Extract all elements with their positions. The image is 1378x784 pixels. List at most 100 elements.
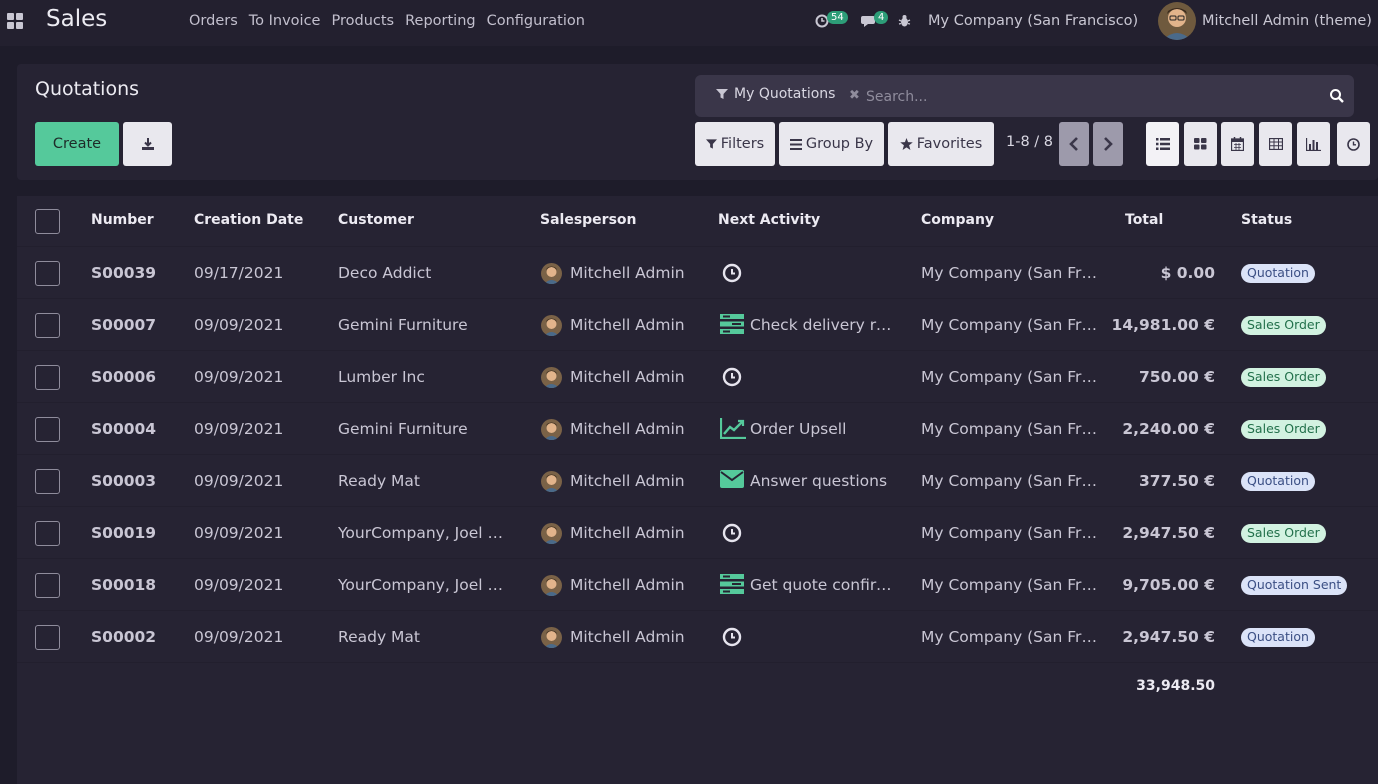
activity-count-badge: 54 [827,11,848,24]
column-total[interactable]: Total [1125,196,1225,248]
download-icon [141,138,154,150]
row-checkbox[interactable] [35,313,60,338]
creation-date: 09/17/2021 [194,264,284,282]
grand-total: 33,948.50 [1136,678,1215,694]
facet-remove-icon[interactable]: ✖ [849,88,860,103]
table-row[interactable]: S00018 09/09/2021 YourCompany, Joel Willis… [17,559,1378,611]
total-amount: 2,947.50 € [1122,524,1215,542]
apps-menu-icon[interactable] [7,13,23,29]
column-company[interactable]: Company [921,196,1101,248]
bar-chart-icon [1306,137,1321,151]
total-amount: 750.00 € [1139,368,1215,386]
next-activity-summary: Get quote confirmation [750,576,898,594]
debug-bug-icon[interactable] [898,14,911,28]
company-name: My Company (San Francisco) [921,264,1101,282]
creation-date: 09/09/2021 [194,368,284,386]
bars-icon [789,138,802,150]
column-number[interactable]: Number [91,196,181,248]
chevron-left-icon [1069,137,1078,151]
status-badge: Quotation [1241,472,1315,491]
company-name: My Company (San Francisco) [921,316,1101,334]
favorites-button[interactable]: Favorites [888,122,994,166]
table-row[interactable]: S00007 09/09/2021 Gemini Furniture Mitchell… [17,299,1378,351]
app-title[interactable]: Sales [46,6,107,32]
column-creation-date[interactable]: Creation Date [194,196,324,248]
row-checkbox[interactable] [35,469,60,494]
table-row[interactable]: S00039 09/17/2021 Deco Addict Mitchell Admi… [17,247,1378,299]
favorites-label: Favorites [916,136,983,152]
view-list-button[interactable] [1146,122,1179,166]
select-all-checkbox[interactable] [35,209,60,234]
view-calendar-button[interactable] [1221,122,1254,166]
filters-button[interactable]: Filters [695,122,775,166]
row-checkbox[interactable] [35,261,60,286]
status-badge: Quotation [1241,628,1315,647]
quotation-number: S00007 [91,316,157,334]
list-icon [1155,138,1170,150]
quotation-number: S00019 [91,524,157,542]
pager-value[interactable]: 1-8 / 8 [1006,134,1053,150]
table-row[interactable]: S00002 09/09/2021 Ready Mat Mitchell Admin M… [17,611,1378,663]
creation-date: 09/09/2021 [194,316,284,334]
row-checkbox[interactable] [35,573,60,598]
view-graph-button[interactable] [1297,122,1330,166]
search-icon[interactable] [1329,88,1345,104]
pager-previous-button[interactable] [1059,122,1089,166]
column-status[interactable]: Status [1241,196,1378,248]
view-kanban-button[interactable] [1184,122,1217,166]
row-checkbox[interactable] [35,417,60,442]
status-badge: Quotation [1241,264,1315,283]
company-name: My Company (San Francisco) [921,524,1101,542]
group-by-button[interactable]: Group By [779,122,884,166]
salesperson-name: Mitchell Admin [570,368,685,386]
menu-orders[interactable]: Orders [189,13,238,29]
user-menu[interactable]: Mitchell Admin (theme) [1202,13,1372,29]
table-row[interactable]: S00004 09/09/2021 Gemini Furniture Mitchell… [17,403,1378,455]
customer-name: YourCompany, Joel Willis [338,524,516,542]
next-activity-summary [718,247,898,299]
next-activity-summary: Order Upsell [750,420,847,438]
search-input[interactable] [866,86,1306,108]
status-cell: Quotation Sent [1241,559,1378,611]
status-badge: Sales Order [1241,420,1326,439]
customer-name: Lumber Inc [338,368,425,386]
table-row[interactable]: S00006 09/09/2021 Lumber Inc Mitchell Admin… [17,351,1378,403]
next-activity-summary [718,507,898,559]
salesperson-name: Mitchell Admin [570,472,685,490]
status-cell: Sales Order [1241,507,1378,559]
quotation-number: S00003 [91,472,157,490]
quotation-number: S00004 [91,420,157,438]
row-checkbox[interactable] [35,625,60,650]
column-next-activity[interactable]: Next Activity [718,196,898,248]
menu-products[interactable]: Products [331,13,394,29]
filter-icon [716,89,728,99]
search-facet[interactable]: My Quotations [716,86,835,102]
menu-configuration[interactable]: Configuration [487,13,585,29]
filters-label: Filters [720,136,765,152]
total-amount: 2,240.00 € [1122,420,1215,438]
row-checkbox[interactable] [35,365,60,390]
table-row[interactable]: S00019 09/09/2021 YourCompany, Joel Willis… [17,507,1378,559]
user-avatar[interactable] [1158,2,1196,40]
salesperson-name: Mitchell Admin [570,576,685,594]
row-checkbox[interactable] [35,521,60,546]
quotation-number: S00018 [91,576,157,594]
column-customer[interactable]: Customer [338,196,516,248]
table-row[interactable]: S00003 09/09/2021 Ready Mat Mitchell Admin A… [17,455,1378,507]
clock-icon [1347,137,1360,151]
salesperson-name: Mitchell Admin [570,524,685,542]
menu-to-invoice[interactable]: To Invoice [249,13,321,29]
company-switcher[interactable]: My Company (San Francisco) [928,13,1138,29]
customer-name: Ready Mat [338,472,420,490]
view-pivot-button[interactable] [1259,122,1292,166]
company-name: My Company (San Francisco) [921,628,1101,646]
menu-reporting[interactable]: Reporting [405,13,476,29]
column-salesperson[interactable]: Salesperson [540,196,708,248]
customer-name: Deco Addict [338,264,432,282]
view-activity-button[interactable] [1337,122,1370,166]
export-button[interactable] [123,122,172,166]
chevron-right-icon [1104,137,1113,151]
calendar-icon [1231,137,1244,151]
create-button[interactable]: Create [35,122,119,166]
pager-next-button[interactable] [1093,122,1123,166]
